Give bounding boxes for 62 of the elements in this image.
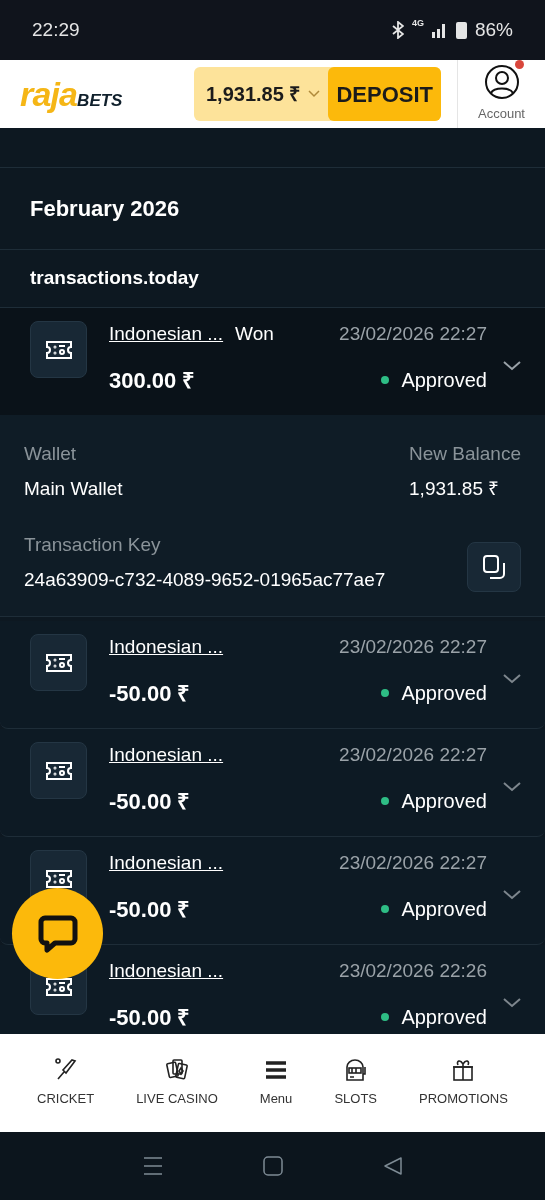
chevron-down-icon[interactable] (503, 998, 521, 1008)
transaction-amount: -50.00 ₹ (109, 895, 191, 924)
new-balance-value: 1,931.85 ₹ (409, 476, 501, 501)
new-balance-label: New Balance (409, 442, 521, 466)
transaction-amount: -50.00 ₹ (109, 679, 191, 708)
game-link[interactable]: Indonesian ... (109, 740, 224, 770)
account-icon[interactable] (483, 64, 520, 101)
nav-item[interactable]: CRICKET (37, 1057, 95, 1109)
nav-item[interactable]: LIVE CASINO (136, 1057, 218, 1109)
transaction-date: 23/02/2026 22:26 (339, 958, 487, 983)
transaction-status: Approved (401, 789, 487, 814)
clock: 22:29 (32, 17, 80, 42)
transaction-status: Approved (401, 368, 487, 393)
transaction-date: 23/02/2026 22:27 (339, 742, 487, 767)
nav-item[interactable]: PROMOTIONS (419, 1057, 508, 1109)
network-label: 4G (411, 17, 424, 31)
section-heading: transactions.today (30, 266, 199, 291)
game-link[interactable]: Indonesian ... (109, 956, 224, 986)
ticket-icon (43, 867, 74, 890)
ticket-icon (43, 651, 74, 674)
deposit-button[interactable]: DEPOSIT (328, 67, 441, 121)
transaction-date: 23/02/2026 22:27 (339, 321, 487, 346)
transaction-row[interactable]: Indonesian ... Won 23/02/2026 22:27 300.00 ₹ Approved Wallet Main Wallet New Balance 1,931.85 ₹ Transaction Key 24a63909-c732-4089-9652-01965ac77ae7 (0, 308, 545, 617)
ticket-icon (43, 759, 74, 782)
transaction-status: Approved (401, 897, 487, 922)
wallet-label: Wallet (24, 442, 78, 466)
transaction-type: Won (235, 321, 274, 346)
chevron-down-icon[interactable] (503, 890, 521, 900)
game-link[interactable]: Indonesian ... (109, 319, 224, 349)
balance-dropdown[interactable]: 1,931.85 ₹ (194, 79, 329, 109)
game-link[interactable]: Indonesian ... (109, 848, 224, 878)
battery-percent: 86% (474, 17, 513, 42)
transaction-date: 23/02/2026 22:27 (339, 634, 487, 659)
chevron-down-icon (308, 90, 321, 98)
transaction-status: Approved (401, 1005, 487, 1030)
transaction-status: Approved (401, 681, 487, 706)
nav-item[interactable]: SLOTS (334, 1057, 377, 1109)
chevron-down-icon[interactable] (503, 361, 521, 371)
transaction-amount: -50.00 ₹ (109, 787, 191, 816)
chevron-down-icon[interactable] (503, 674, 521, 684)
logo[interactable]: rajaBETS (20, 77, 123, 111)
bluetooth-icon (391, 21, 404, 39)
transaction-date: 23/02/2026 22:27 (339, 850, 487, 875)
battery-icon (455, 21, 467, 39)
back-icon[interactable] (382, 1156, 403, 1176)
chevron-down-icon[interactable] (503, 782, 521, 792)
transaction-key-value: 24a63909-c732-4089-9652-01965ac77ae7 (24, 567, 386, 592)
home-icon[interactable] (262, 1156, 283, 1176)
account-label[interactable]: Account (478, 104, 525, 124)
signal-icon (431, 22, 448, 38)
copy-icon (482, 554, 506, 580)
transaction-amount: 300.00 ₹ (109, 366, 196, 395)
nav-item[interactable]: Menu (259, 1057, 293, 1109)
month-heading: February 2026 (30, 195, 180, 223)
copy-button[interactable] (467, 542, 521, 592)
ticket-icon (43, 975, 74, 998)
ticket-icon (43, 338, 74, 361)
wallet-value: Main Wallet (24, 476, 123, 501)
transaction-amount: -50.00 ₹ (109, 1003, 191, 1032)
game-link[interactable]: Indonesian ... (109, 632, 224, 662)
recent-apps-icon[interactable] (142, 1156, 163, 1176)
transaction-key-label: Transaction Key (24, 533, 162, 557)
